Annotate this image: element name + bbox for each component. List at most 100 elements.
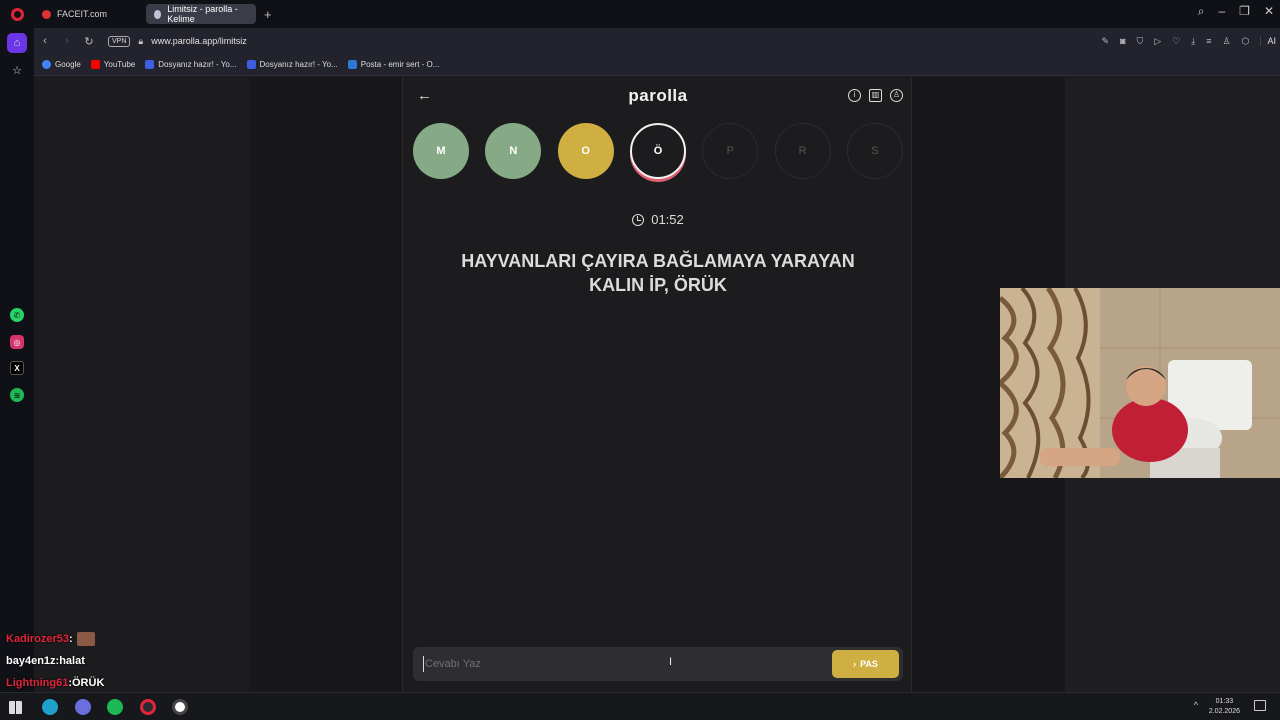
clock-time: 01:33 <box>1215 698 1234 705</box>
letter-circle-current: Ö <box>629 123 686 179</box>
letter-circle: S <box>846 123 903 179</box>
user-icon[interactable]: ♙ <box>890 89 903 102</box>
left-margin <box>34 77 249 692</box>
timer: 01:52 <box>403 212 913 227</box>
bookmark-dosya-2[interactable]: Dosyanız hazır! - Yo... <box>246 60 338 69</box>
chat-message: Kadirozer53 : <box>6 628 246 650</box>
search-tabs-icon[interactable]: ⌕ <box>1198 4 1205 19</box>
letter-circle: P <box>702 123 759 179</box>
parolla-favicon-icon <box>154 9 162 19</box>
bookmark-label: Posta - emir sert - O... <box>360 60 440 69</box>
heart-icon[interactable]: ♡ <box>1172 36 1180 47</box>
mail-icon <box>347 60 357 69</box>
bookmark-youtube[interactable]: YouTube <box>90 60 135 69</box>
x-icon[interactable]: X <box>10 361 24 375</box>
restore-icon[interactable]: ❐ <box>1239 4 1250 19</box>
tab-parolla[interactable]: Limitsiz - parolla - Kelime <box>146 4 256 24</box>
game-card: ← parolla i ▥ ♙ M N O Ö P R S 01:52 HAYV… <box>402 77 912 692</box>
bookmark-label: Google <box>55 60 81 69</box>
timer-value: 01:52 <box>651 212 684 227</box>
download-icon[interactable]: ⤓ <box>1191 36 1195 47</box>
bookmark-google[interactable]: Google <box>42 60 81 69</box>
tab-bar: FACEIT.com Limitsiz - parolla - Kelime +… <box>0 0 1280 28</box>
chevron-right-icon: › <box>853 659 857 669</box>
address-bar: ‹ › ↻ VPN 🔒︎ www.parolla.app/limitsiz ✎ … <box>34 28 1280 54</box>
vpn-badge[interactable]: VPN <box>108 35 131 47</box>
tray-chevron-icon[interactable]: ^ <box>1194 700 1198 710</box>
answer-box: I › PAS <box>413 647 903 681</box>
file-icon <box>145 60 155 69</box>
letter-circle: N <box>485 123 542 179</box>
chat-message: bay4en1z : halat <box>6 650 246 672</box>
spotify-taskbar-icon[interactable] <box>107 699 123 715</box>
emote-icon <box>76 632 95 646</box>
chat-username: Lightning61 <box>6 677 69 689</box>
letter-circle: O <box>557 123 614 179</box>
tab-faceit[interactable]: FACEIT.com <box>34 4 140 24</box>
profile-icon[interactable]: ♙ <box>1223 36 1231 47</box>
edge-icon[interactable] <box>42 699 58 715</box>
app-taskbar-icon[interactable] <box>172 699 188 715</box>
file-icon <box>246 60 256 69</box>
camera-icon[interactable]: ◙ <box>1120 36 1125 46</box>
clock-date: 2.02.2026 <box>1208 708 1240 715</box>
letter-circle: M <box>413 123 469 179</box>
notification-icon[interactable] <box>1254 700 1266 711</box>
info-icon[interactable]: i <box>848 89 861 102</box>
webcam-overlay <box>1000 288 1280 478</box>
app-logo: parolla <box>628 86 688 105</box>
bookmark-dosya-1[interactable]: Dosyanız hazır! - Yo... <box>145 60 237 69</box>
url-field[interactable]: www.parolla.app/limitsiz <box>151 36 247 46</box>
faceit-favicon-icon <box>42 9 51 19</box>
back-icon[interactable]: ‹ <box>34 35 56 47</box>
home-icon[interactable]: ⌂ <box>7 33 27 53</box>
text-cursor-icon: I <box>669 656 673 668</box>
spotify-icon[interactable]: ≋ <box>10 388 24 402</box>
chat-text: ÖRÜK <box>72 677 105 689</box>
stats-icon[interactable]: ▥ <box>869 89 882 102</box>
chat-message: Lightning61 : ÖRÜK <box>6 672 246 694</box>
new-tab-button[interactable]: + <box>264 7 272 22</box>
windows-start-icon[interactable] <box>9 701 22 714</box>
clock-icon <box>632 213 645 226</box>
play-icon[interactable]: ▷ <box>1154 36 1161 47</box>
chat-username: Kadirozer53 <box>6 633 69 645</box>
address-toolbar: ✎ ◙ ⛉ ▷ ♡ ⤓ ≡ ♙ ⬡ AI <box>1102 28 1276 54</box>
ai-button[interactable]: AI <box>1260 36 1276 46</box>
youtube-icon <box>90 60 100 69</box>
answer-input[interactable] <box>423 656 813 672</box>
opera-logo-icon[interactable] <box>0 0 34 28</box>
reload-icon[interactable]: ↻ <box>78 35 100 48</box>
opera-taskbar-icon[interactable] <box>140 699 156 715</box>
shield-icon[interactable]: ⛉ <box>1137 36 1144 47</box>
close-icon[interactable]: ✕ <box>1264 4 1274 19</box>
letter-progress: M N O Ö P R S <box>413 123 903 179</box>
forward-icon[interactable]: › <box>56 35 78 47</box>
extension-icon[interactable]: ⬡ <box>1242 36 1250 47</box>
clock[interactable]: 01:33 2.02.2026 <box>1209 697 1240 717</box>
pass-label: PAS <box>860 659 878 669</box>
bookmark-label: Dosyanız hazır! - Yo... <box>259 60 338 69</box>
google-icon <box>42 60 51 69</box>
discord-icon[interactable] <box>75 699 91 715</box>
stream-chat: Kadirozer53 : bay4en1z : halat Lightning… <box>6 628 246 694</box>
menu-icon[interactable]: ≡ <box>1206 36 1211 46</box>
minimize-icon[interactable]: – <box>1218 4 1225 19</box>
chat-username: bay4en1z <box>6 655 56 667</box>
browser-sidebar: ⌂ ☆ ✆ ◎ X ≋ <box>0 28 34 692</box>
bookmark-label: Dosyanız hazır! - Yo... <box>158 60 237 69</box>
whatsapp-icon[interactable]: ✆ <box>10 308 24 322</box>
lock-icon[interactable]: 🔒︎ <box>138 36 143 47</box>
chat-text: halat <box>59 655 85 667</box>
window-controls: ⌕ – ❐ ✕ <box>1198 4 1274 19</box>
chat-separator: : <box>68 633 73 645</box>
letter-circle: R <box>774 123 831 179</box>
edit-icon[interactable]: ✎ <box>1102 36 1110 47</box>
webcam-image <box>1000 288 1280 478</box>
star-icon[interactable]: ☆ <box>7 60 27 80</box>
tab-label: FACEIT.com <box>57 9 108 19</box>
pass-button[interactable]: › PAS <box>832 650 899 678</box>
header-actions: i ▥ ♙ <box>848 89 903 102</box>
bookmark-posta[interactable]: Posta - emir sert - O... <box>347 60 440 69</box>
instagram-icon[interactable]: ◎ <box>10 335 24 349</box>
